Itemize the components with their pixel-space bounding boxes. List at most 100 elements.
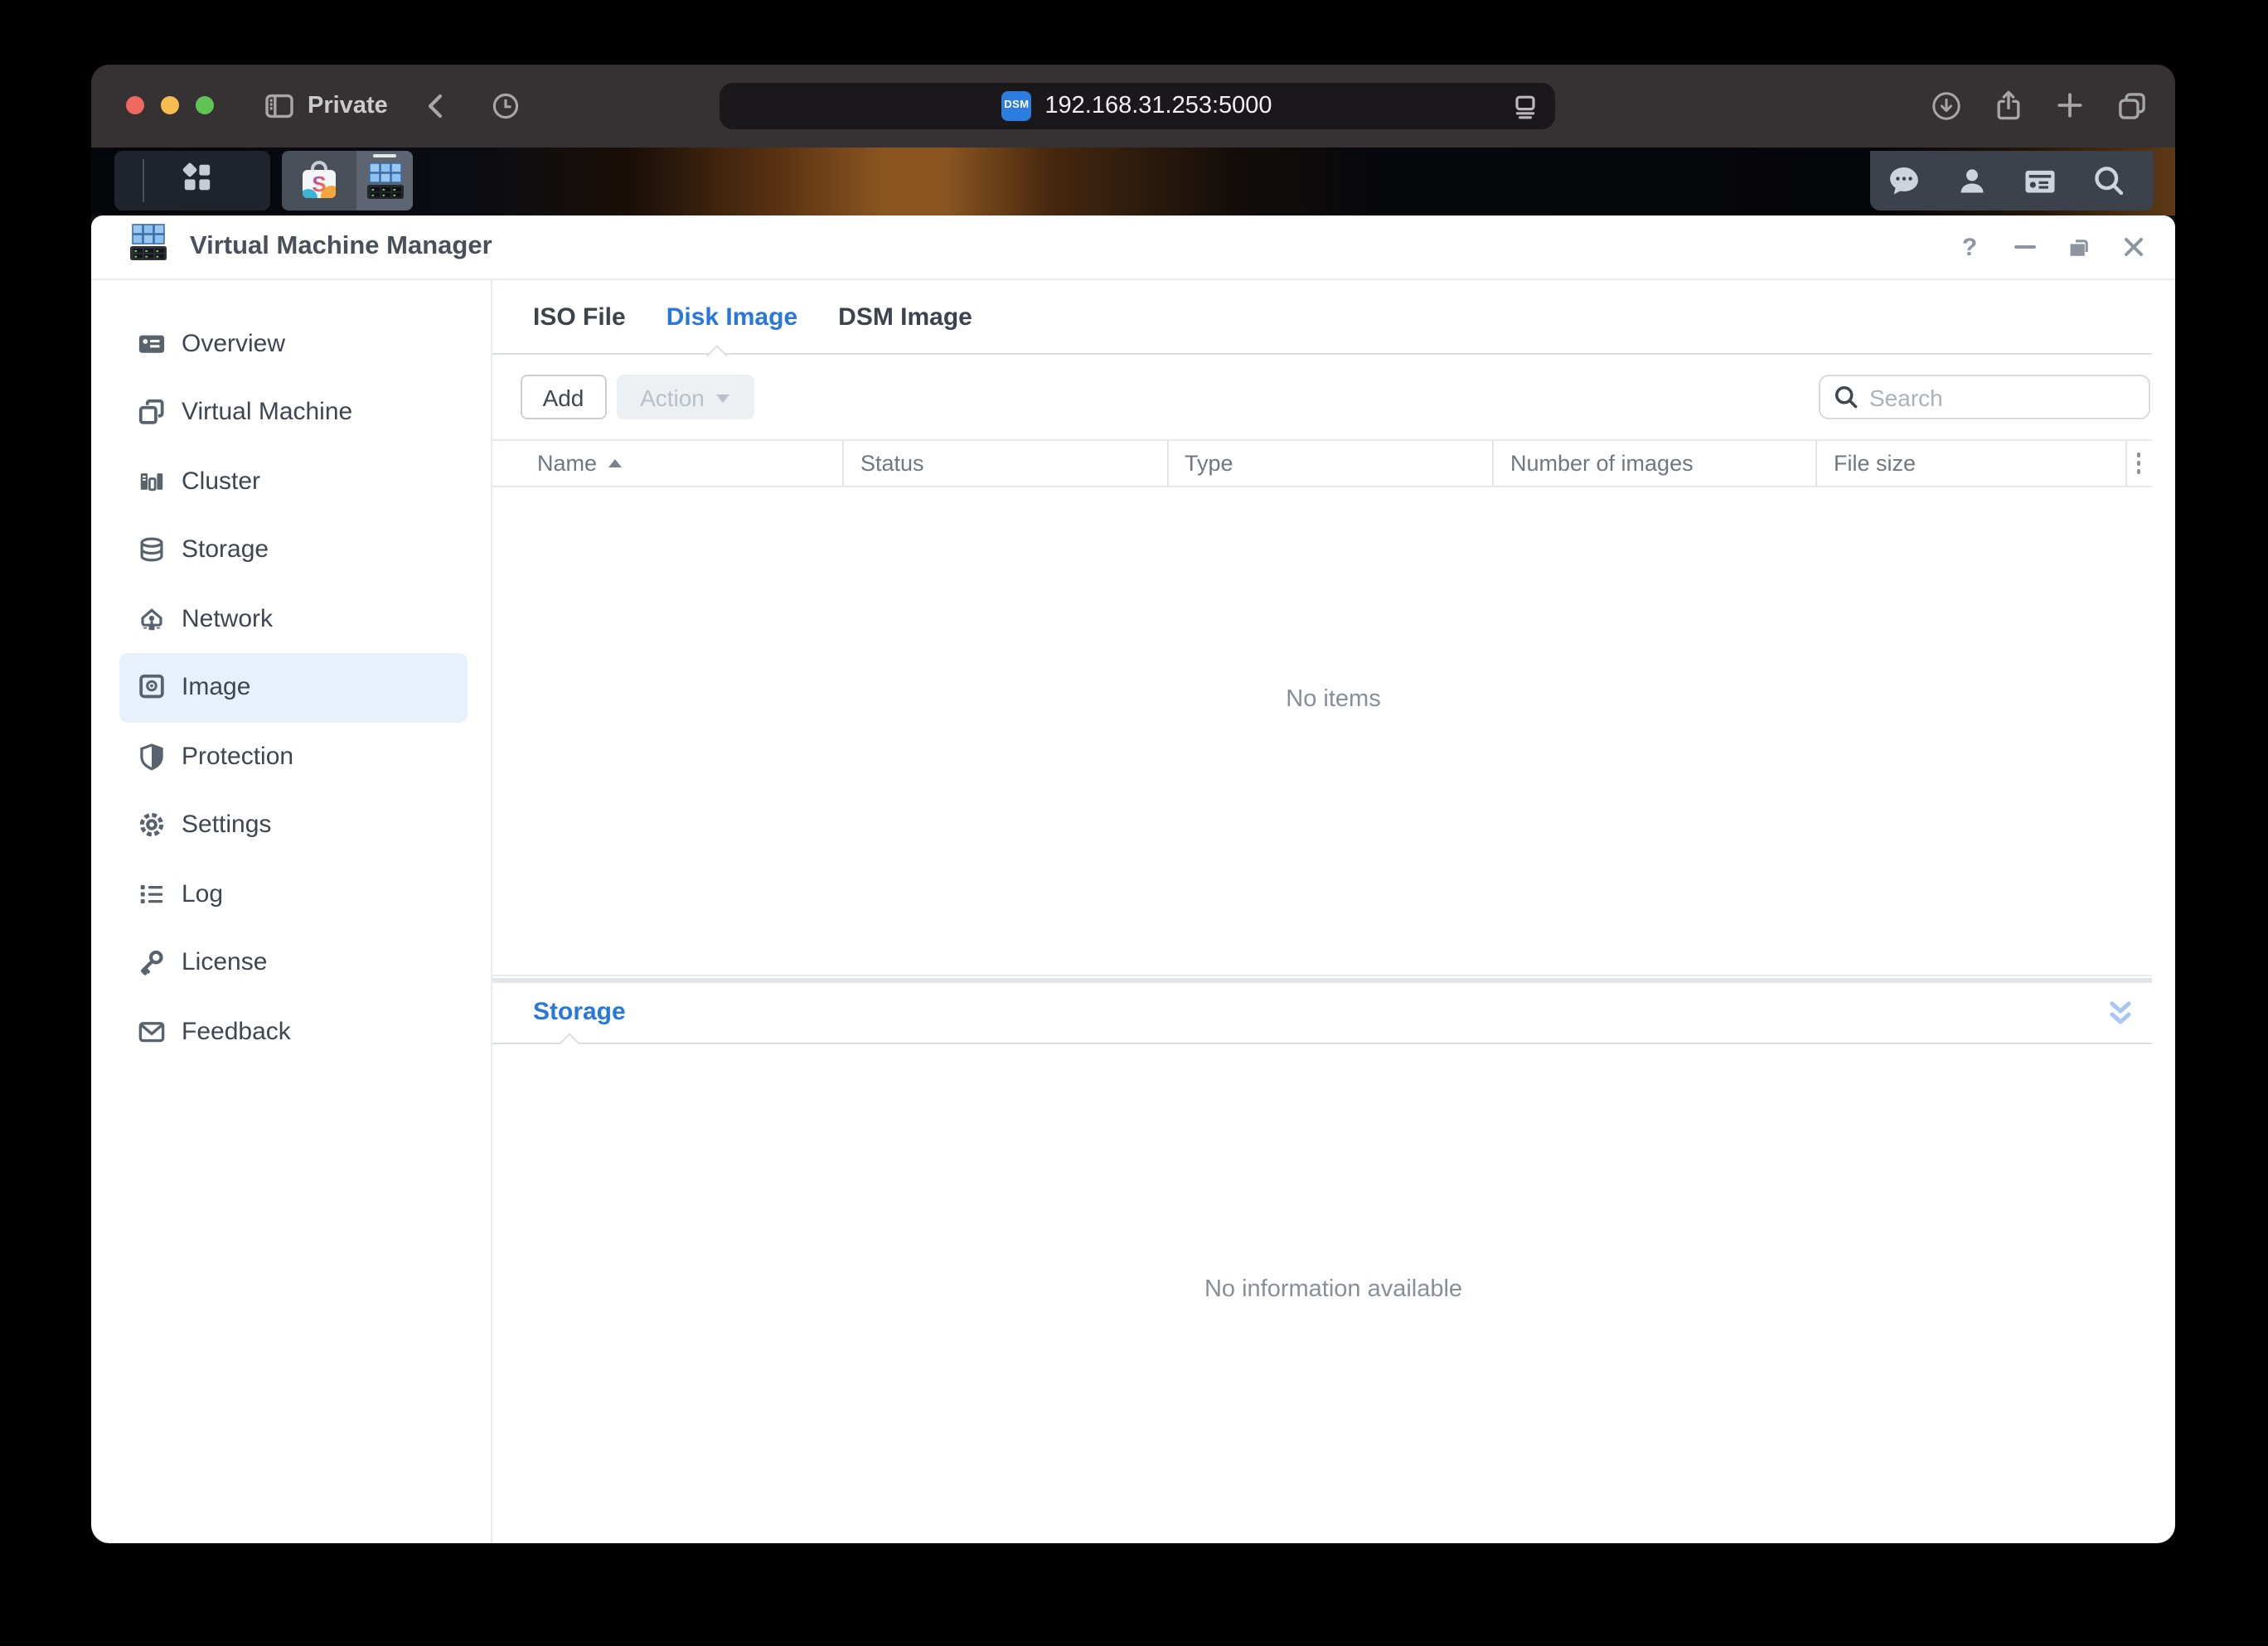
- sidebar-item-network[interactable]: Network: [119, 584, 468, 653]
- vmm-app-icon: [125, 220, 170, 274]
- url-text: 192.168.31.253:5000: [1044, 93, 1272, 119]
- vmm-titlebar: Virtual Machine Manager ?: [91, 215, 2174, 279]
- column-header-file-size[interactable]: File size: [1817, 441, 2126, 485]
- search-icon: [1833, 385, 1858, 409]
- sort-ascending-icon: [608, 459, 622, 467]
- browser-toolbar: Private DSM 192.168.31.253:5000: [91, 64, 2174, 148]
- maximize-button[interactable]: [2065, 234, 2093, 262]
- sidebar-item-protection[interactable]: Protection: [119, 722, 468, 791]
- list-icon: [137, 880, 165, 908]
- package-center-app-button[interactable]: S: [282, 151, 356, 211]
- storage-empty-message: No information available: [492, 1043, 2174, 1543]
- share-icon[interactable]: [1992, 90, 2023, 123]
- kebab-menu-icon: [2137, 453, 2141, 473]
- action-dropdown-button[interactable]: Action: [616, 375, 754, 419]
- widgets-icon[interactable]: [2022, 165, 2057, 196]
- search-icon[interactable]: [2091, 164, 2125, 197]
- image-icon: [137, 674, 165, 702]
- close-button[interactable]: [2120, 234, 2148, 262]
- cluster-icon: [137, 467, 165, 496]
- key-icon: [137, 949, 165, 977]
- table-header: Name Status Type Number of images File s…: [492, 439, 2151, 487]
- image-tabs: ISO File Disk Image DSM Image: [492, 279, 2174, 355]
- notifications-chat-icon[interactable]: [1886, 164, 1921, 197]
- sidebar-item-label: Virtual Machine: [182, 399, 352, 427]
- column-header-type[interactable]: Type: [1168, 441, 1494, 485]
- collapse-double-chevron-icon[interactable]: [2106, 1000, 2133, 1036]
- sidebar-item-license[interactable]: License: [119, 928, 468, 997]
- browser-actions: [1929, 64, 2148, 148]
- virtual-machine-icon: [137, 399, 165, 427]
- sidebar-item-image[interactable]: Image: [119, 653, 468, 722]
- sidebar-item-virtual-machine[interactable]: Virtual Machine: [119, 378, 468, 447]
- vmm-app-button-active[interactable]: [356, 151, 413, 211]
- storage-section-header: Storage: [492, 983, 2151, 1043]
- zoom-window-button[interactable]: [195, 97, 213, 115]
- network-icon: [137, 605, 165, 633]
- column-header-status[interactable]: Status: [844, 441, 1168, 485]
- search-box: [1818, 375, 2149, 419]
- sidebar-item-label: Cluster: [182, 467, 260, 496]
- tab-disk-image[interactable]: Disk Image: [666, 303, 797, 332]
- action-toolbar: Add Action: [492, 355, 2174, 439]
- sidebar-item-label: License: [182, 949, 267, 977]
- caret-down-icon: [716, 395, 729, 403]
- back-button[interactable]: [424, 91, 448, 121]
- column-header-number-of-images[interactable]: Number of images: [1494, 441, 1817, 485]
- help-button[interactable]: ?: [1955, 234, 1984, 262]
- minimize-window-button[interactable]: [160, 97, 178, 115]
- screen: Private DSM 192.168.31.253:5000: [0, 0, 2268, 1646]
- add-button[interactable]: Add: [521, 375, 606, 419]
- shield-icon: [137, 743, 165, 771]
- sidebar-item-label: Protection: [182, 743, 293, 771]
- taskbar-tray: [1870, 151, 2153, 211]
- private-browsing-label: Private: [308, 93, 388, 119]
- sidebar-item-log[interactable]: Log: [119, 859, 468, 928]
- new-tab-icon[interactable]: [2053, 90, 2085, 122]
- sidebar-item-label: Settings: [182, 811, 271, 840]
- column-header-name[interactable]: Name: [492, 441, 844, 485]
- svg-text:S: S: [312, 171, 326, 196]
- url-field[interactable]: DSM 192.168.31.253:5000: [719, 82, 1555, 129]
- downloads-icon[interactable]: [1929, 90, 1962, 123]
- sidebar-item-storage[interactable]: Storage: [119, 516, 468, 584]
- user-account-icon[interactable]: [1955, 165, 1987, 196]
- sidebar-item-label: Overview: [182, 330, 285, 358]
- search-input[interactable]: [1869, 384, 2135, 410]
- tab-iso-file[interactable]: ISO File: [533, 303, 626, 332]
- history-clock-icon[interactable]: [491, 91, 521, 121]
- storage-section-title: Storage: [533, 999, 626, 1027]
- sidebar-item-label: Log: [182, 880, 223, 908]
- sidebar-item-label: Network: [182, 605, 273, 633]
- sidebar-item-settings[interactable]: Settings: [119, 791, 468, 859]
- main-menu-button[interactable]: [177, 157, 217, 205]
- gear-icon: [137, 811, 165, 840]
- safari-window: Private DSM 192.168.31.253:5000: [91, 64, 2174, 1543]
- sidebar-toggle-icon[interactable]: [263, 91, 294, 121]
- sidebar-item-label: Feedback: [182, 1018, 291, 1046]
- close-window-button[interactable]: [125, 97, 143, 115]
- sidebar-item-label: Storage: [182, 536, 269, 564]
- taskbar-left-block: [114, 151, 269, 211]
- sidebar-item-label: Image: [182, 674, 250, 702]
- storage-icon: [137, 536, 165, 564]
- taskbar-divider: [143, 159, 144, 202]
- vmm-sidebar: Overview Virtual Machine Cluster: [91, 279, 492, 1543]
- dsm-favicon: DSM: [1001, 91, 1031, 121]
- sidebar-item-feedback[interactable]: Feedback: [119, 997, 468, 1066]
- vmm-window: Virtual Machine Manager ?: [91, 215, 2174, 1543]
- vmm-content: ISO File Disk Image DSM Image Add Action: [492, 279, 2174, 1543]
- minimize-button[interactable]: [2010, 234, 2038, 262]
- page-settings-icon[interactable]: [1510, 90, 1540, 120]
- dsm-desktop-strip: S: [91, 148, 2174, 215]
- tab-dsm-image[interactable]: DSM Image: [838, 303, 972, 332]
- window-title: Virtual Machine Manager: [190, 232, 492, 262]
- envelope-icon: [137, 1018, 165, 1046]
- column-options-button[interactable]: [2126, 441, 2151, 485]
- sidebar-item-overview[interactable]: Overview: [119, 309, 468, 378]
- tab-overview-icon[interactable]: [2115, 90, 2148, 123]
- sidebar-item-cluster[interactable]: Cluster: [119, 447, 468, 516]
- overview-icon: [137, 330, 165, 358]
- empty-table-message: No items: [492, 487, 2174, 974]
- traffic-lights: [125, 97, 213, 115]
